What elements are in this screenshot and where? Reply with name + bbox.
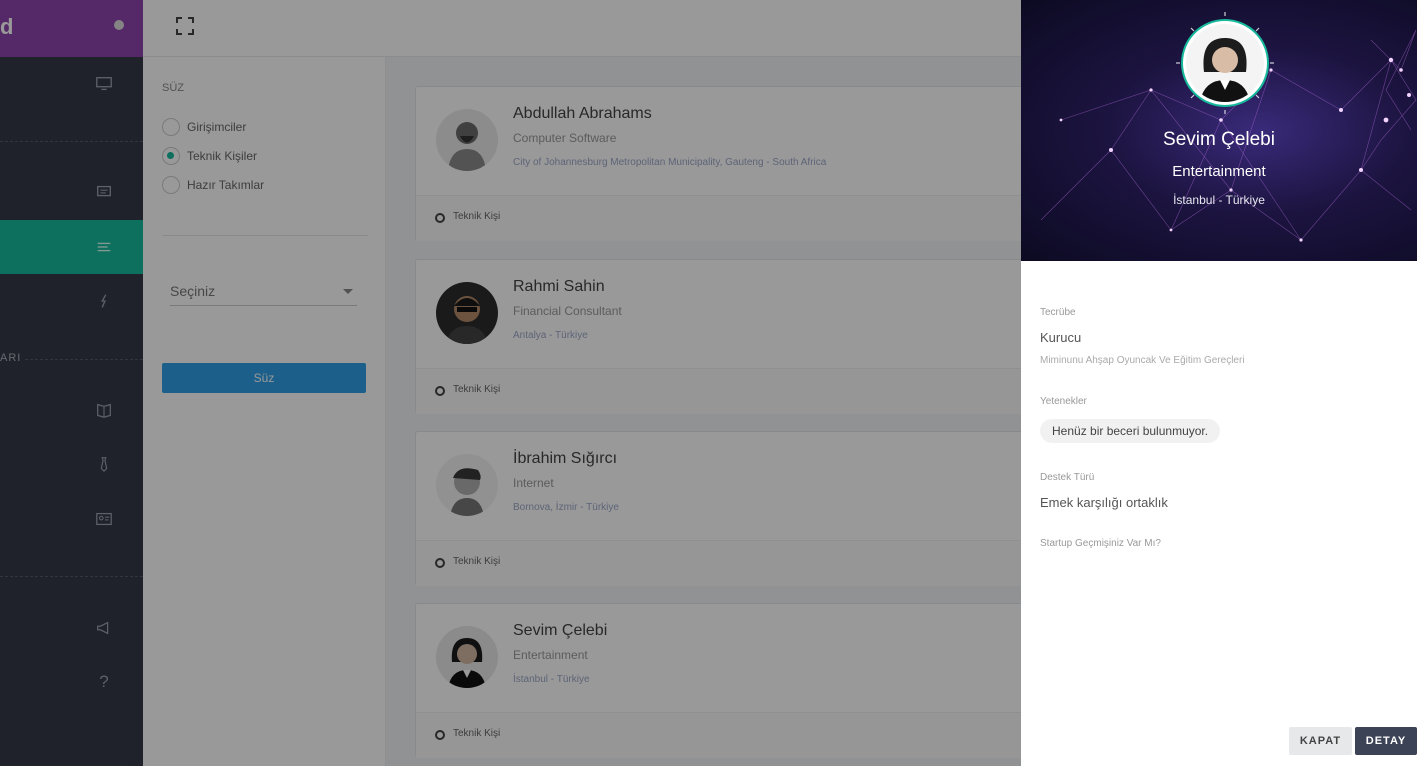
detail-button[interactable]: DETAY (1355, 727, 1417, 755)
support-value: Emek karşılığı ortaklık (1040, 495, 1168, 510)
close-button[interactable]: KAPAT (1289, 727, 1352, 755)
profile-name: Sevim Çelebi (1163, 129, 1275, 150)
experience-label: Tecrübe (1040, 307, 1076, 318)
experience-company: Miminunu Ahşap Oyuncak Ve Eğitim Gereçle… (1040, 355, 1245, 366)
modal-backdrop[interactable] (0, 0, 1021, 766)
profile-header: Sevim Çelebi Entertainment İstanbul - Tü… (1021, 0, 1417, 261)
profile-sector: Entertainment (1172, 163, 1266, 180)
profile-avatar (1183, 21, 1267, 105)
profile-location: İstanbul - Türkiye (1173, 193, 1265, 207)
skills-label: Yetenekler (1040, 396, 1087, 407)
startup-label: Startup Geçmişiniz Var Mı? (1040, 538, 1161, 549)
support-label: Destek Türü (1040, 472, 1095, 483)
skill-chip: Henüz bir beceri bulunmuyor. (1040, 419, 1221, 443)
experience-value: Kurucu (1040, 330, 1082, 345)
profile-panel: Sevim Çelebi Entertainment İstanbul - Tü… (1021, 0, 1417, 766)
